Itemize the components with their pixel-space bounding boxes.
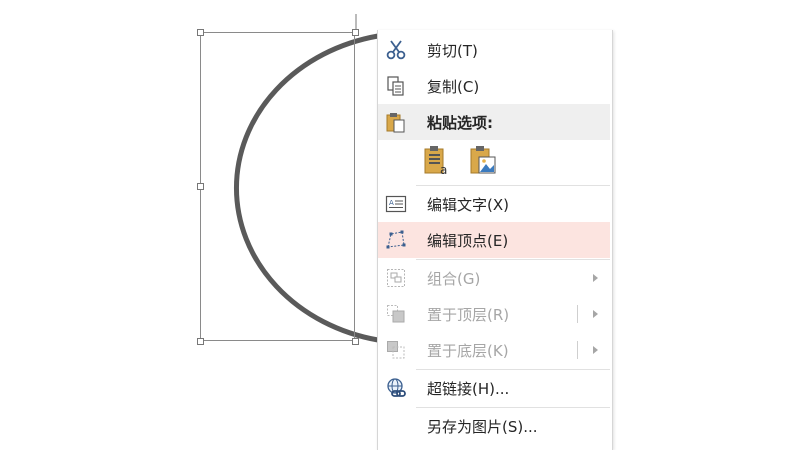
resize-handle-top-middle[interactable] — [352, 29, 359, 36]
submenu-arrow-icon — [593, 274, 598, 282]
menu-item-label: 编辑文字(X) — [427, 195, 509, 214]
menu-item-edit-points[interactable]: 编辑顶点(E) — [378, 222, 610, 258]
selection-box — [200, 32, 355, 341]
menu-header-paste-options: 粘贴选项: — [378, 104, 610, 140]
context-menu: 剪切(T) 复制(C) 粘贴选项: a A 编辑文字(X) 编辑顶点(E) 组合… — [377, 30, 613, 450]
menu-item-label: 置于底层(K) — [427, 341, 509, 360]
menu-item-label: 复制(C) — [427, 77, 480, 96]
split-divider — [577, 341, 578, 359]
menu-item-label: 超链接(H)... — [427, 379, 510, 398]
menu-item-label: 置于顶层(R) — [427, 305, 510, 324]
send-to-back-icon — [384, 338, 408, 362]
clipboard-icon — [384, 110, 408, 134]
svg-text:A: A — [389, 199, 394, 207]
submenu-arrow-icon — [593, 346, 598, 354]
edit-text-icon: A — [384, 192, 408, 216]
hyperlink-icon — [384, 376, 408, 400]
resize-handle-top-left[interactable] — [197, 29, 204, 36]
scissors-icon — [384, 38, 408, 62]
resize-handle-middle-left[interactable] — [197, 183, 204, 190]
resize-handle-bottom-left[interactable] — [197, 338, 204, 345]
menu-item-label: 编辑顶点(E) — [427, 231, 509, 250]
group-icon — [384, 266, 408, 290]
menu-item-label: 剪切(T) — [427, 41, 478, 60]
menu-item-save-as-picture[interactable]: 另存为图片(S)... — [378, 408, 610, 444]
paste-options-row: a — [378, 140, 610, 184]
copy-icon — [384, 74, 408, 98]
menu-item-label: 另存为图片(S)... — [427, 417, 538, 436]
menu-item-group[interactable]: 组合(G) — [378, 260, 610, 296]
paste-text-only-icon: a — [422, 144, 452, 180]
split-divider — [577, 305, 578, 323]
paste-as-picture-button[interactable] — [466, 144, 500, 180]
menu-item-copy[interactable]: 复制(C) — [378, 68, 610, 104]
edit-points-icon — [384, 228, 408, 252]
menu-header-label: 粘贴选项: — [427, 113, 493, 132]
resize-handle-bottom-middle[interactable] — [352, 338, 359, 345]
menu-item-label: 组合(G) — [427, 269, 481, 288]
menu-item-edit-text[interactable]: A 编辑文字(X) — [378, 186, 610, 222]
paste-as-picture-icon — [468, 144, 498, 180]
menu-item-cut[interactable]: 剪切(T) — [378, 32, 610, 68]
menu-item-bring-to-front[interactable]: 置于顶层(R) — [378, 296, 610, 332]
menu-item-hyperlink[interactable]: 超链接(H)... — [378, 370, 610, 406]
svg-text:a: a — [440, 163, 447, 176]
bring-to-front-icon — [384, 302, 408, 326]
menu-item-send-to-back[interactable]: 置于底层(K) — [378, 332, 610, 368]
submenu-arrow-icon — [593, 310, 598, 318]
paste-keep-text-only-button[interactable]: a — [420, 144, 454, 180]
